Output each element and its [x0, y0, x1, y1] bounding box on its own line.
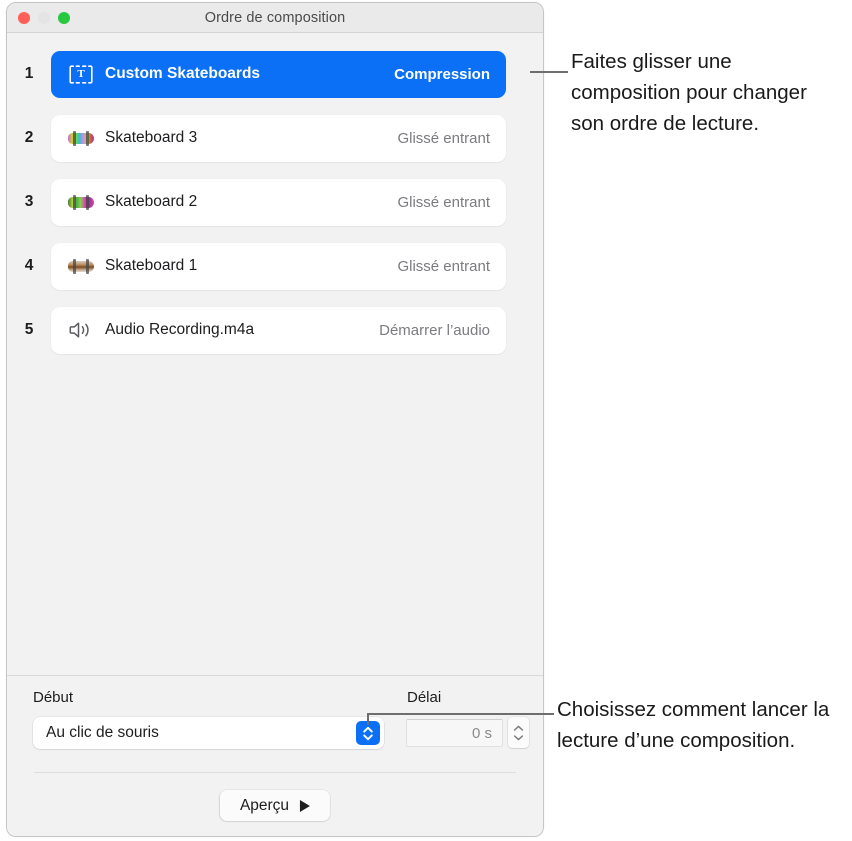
row-effect: Démarrer l’audio: [379, 321, 490, 339]
row-chip[interactable]: Skateboard 1 Glissé entrant: [51, 242, 506, 290]
window-titlebar: Ordre de composition: [7, 3, 543, 33]
build-order-list: 1 T Custom Skateboards Compression 2 Ska…: [7, 33, 543, 675]
start-popup-value: Au clic de souris: [46, 724, 159, 741]
row-chip[interactable]: Skateboard 2 Glissé entrant: [51, 178, 506, 226]
traffic-light-group: [18, 11, 70, 24]
minimize-button[interactable]: [38, 11, 50, 24]
row-chip[interactable]: Audio Recording.m4a Démarrer l’audio: [51, 306, 506, 354]
skateboard-3-thumbnail: [68, 125, 94, 151]
callout-leader-line-bottom-horizontal: [367, 713, 554, 715]
row-number: 1: [24, 65, 34, 82]
text-box-icon: T: [68, 61, 94, 87]
playback-controls: Début Délai Au clic de souris 0 s Aperçu: [7, 675, 543, 836]
close-button[interactable]: [18, 11, 30, 24]
table-row[interactable]: 2 Skateboard 3 Glissé entrant: [7, 114, 543, 162]
table-row[interactable]: 1 T Custom Skateboards Compression: [7, 50, 543, 98]
chevron-down-icon: [513, 734, 524, 740]
callout-leader-line-top: [530, 71, 568, 73]
start-popup-button[interactable]: Au clic de souris: [33, 717, 384, 749]
preview-button[interactable]: Aperçu: [219, 790, 331, 821]
chevron-up-icon: [513, 725, 524, 731]
row-effect: Glissé entrant: [397, 129, 490, 147]
composition-order-window: Ordre de composition 1 T Custom Skateboa…: [6, 2, 544, 837]
row-effect: Glissé entrant: [397, 257, 490, 275]
skateboard-2-thumbnail: [68, 189, 94, 215]
divider: [34, 772, 516, 773]
callout-text-bottom: Choisissez comment lancer la lecture d’u…: [557, 698, 830, 752]
delay-stepper[interactable]: [508, 717, 529, 748]
table-row[interactable]: 5 Audio Recording.m4a Démarrer l’audio: [7, 306, 543, 354]
row-effect: Glissé entrant: [397, 193, 490, 211]
row-chip[interactable]: Skateboard 3 Glissé entrant: [51, 114, 506, 162]
zoom-button[interactable]: [58, 11, 70, 24]
row-name: Skateboard 3: [105, 129, 198, 146]
delay-input[interactable]: 0 s: [406, 719, 503, 747]
row-name: Custom Skateboards: [105, 65, 261, 82]
window-title: Ordre de composition: [204, 9, 346, 26]
row-chip[interactable]: T Custom Skateboards Compression: [51, 50, 506, 98]
row-name: Skateboard 2: [105, 193, 198, 210]
table-row[interactable]: 4 Skateboard 1 Glissé entrant: [7, 242, 543, 290]
row-number: 2: [24, 129, 34, 146]
delay-label: Délai: [407, 689, 442, 706]
start-label: Début: [33, 689, 74, 706]
row-number: 4: [24, 257, 34, 274]
preview-label: Aperçu: [239, 796, 290, 814]
row-number: 5: [24, 321, 34, 338]
row-name: Audio Recording.m4a: [105, 321, 255, 338]
row-number: 3: [24, 193, 34, 210]
row-name: Skateboard 1: [105, 257, 198, 274]
speaker-icon: [68, 317, 94, 343]
play-icon: [300, 799, 311, 812]
skateboard-1-thumbnail: [68, 253, 94, 279]
callout-text-top: Faites glisser une composition pour chan…: [571, 50, 807, 135]
row-effect: Compression: [394, 65, 490, 83]
table-row[interactable]: 3 Skateboard 2 Glissé entrant: [7, 178, 543, 226]
delay-value: 0 s: [471, 724, 492, 742]
